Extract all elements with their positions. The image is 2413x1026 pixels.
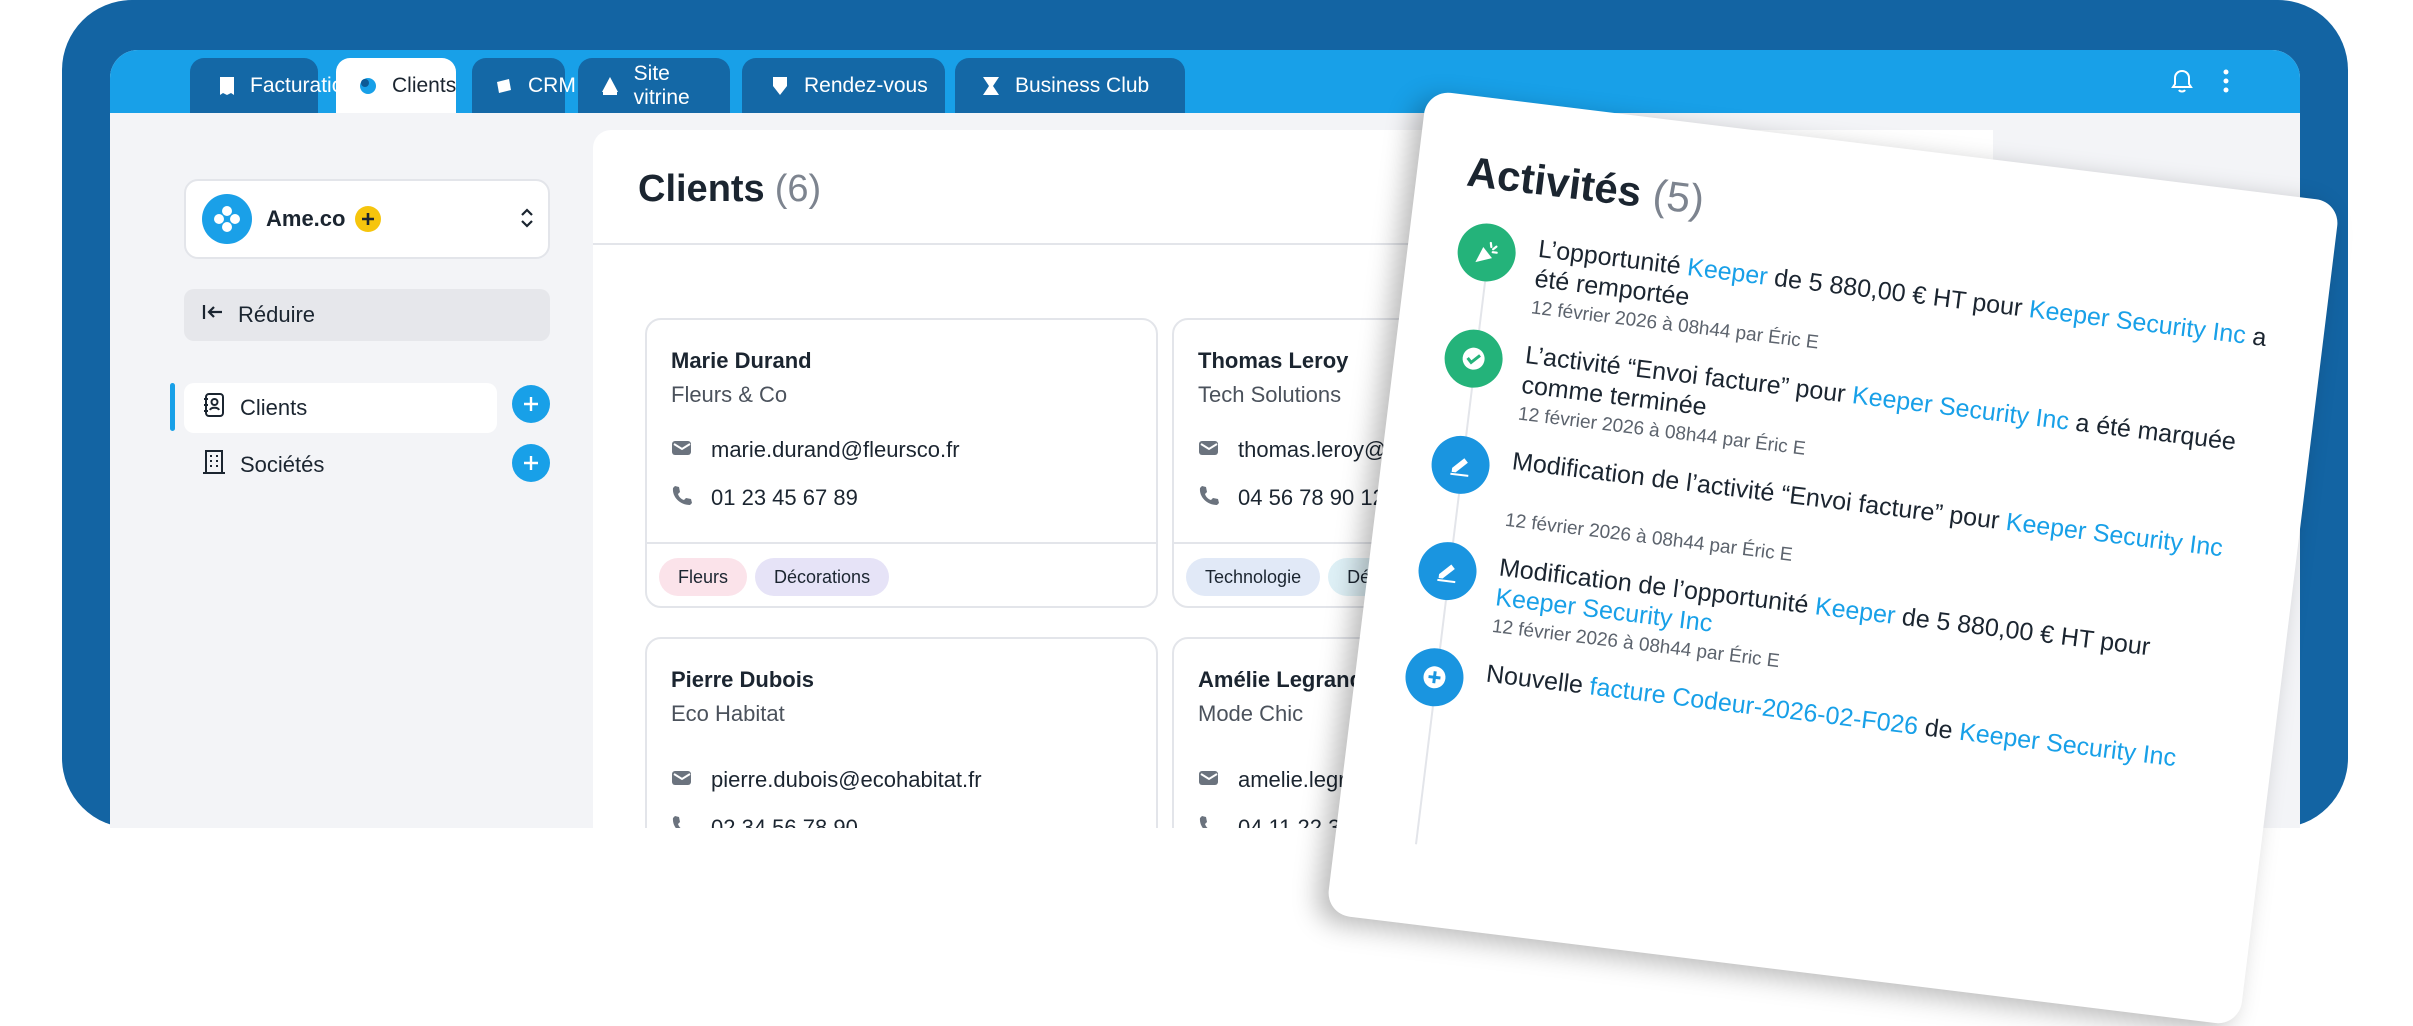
club-icon xyxy=(981,76,1001,96)
phone-icon xyxy=(1198,814,1220,828)
email-icon xyxy=(1198,437,1220,463)
sidebar-item-label: Clients xyxy=(240,395,308,420)
company-logo-icon xyxy=(202,194,252,244)
company-link[interactable]: Keeper Security Inc xyxy=(2027,295,2247,349)
crm-icon xyxy=(494,76,514,96)
phone-icon xyxy=(671,814,693,828)
client-company: Eco Habitat xyxy=(671,701,785,726)
activity-item[interactable]: L’opportunité Keeper de 5 880,00 € HT po… xyxy=(1454,220,2275,354)
tab-rendez-vous[interactable]: Rendez-vous xyxy=(742,58,945,113)
bell-icon[interactable] xyxy=(2170,68,2194,99)
top-tab-bar: Facturation Clients CRM Site vitrine Ren… xyxy=(110,50,2300,113)
clients-icon xyxy=(358,76,378,96)
tab-label: Rendez-vous xyxy=(804,73,928,97)
invoice-icon xyxy=(218,76,236,96)
tab-clients[interactable]: Clients xyxy=(336,58,456,113)
client-email[interactable]: marie.durand@fleursco.fr xyxy=(711,437,960,463)
company-name: Ame.co xyxy=(266,206,346,231)
client-card[interactable]: Marie Durand Fleurs & Co marie.durand@fl… xyxy=(645,318,1158,608)
activity-text-part: de xyxy=(1916,712,1962,746)
activity-text-part: de 5 880,00 € HT pour xyxy=(1893,602,2152,662)
sidebar: Ame.co Réduire Clients Sociétés xyxy=(110,113,590,828)
email-icon xyxy=(671,437,693,463)
chevron-up-down-icon xyxy=(520,207,534,234)
activity-text-part: de 5 880,00 € HT pour xyxy=(1765,262,2031,323)
email-icon xyxy=(671,767,693,793)
site-icon xyxy=(600,76,620,96)
company-link[interactable]: Keeper Security Inc xyxy=(1851,381,2071,435)
card-tags: Fleurs Décorations xyxy=(647,542,1156,606)
clients-count: (6) xyxy=(774,168,822,210)
tab-label: CRM xyxy=(528,73,576,97)
add-societe-button[interactable] xyxy=(512,444,550,482)
sidebar-item-clients[interactable]: Clients xyxy=(184,383,497,433)
client-name: Amélie Legrand xyxy=(1198,667,1364,692)
client-phone[interactable]: 04 56 78 90 12 xyxy=(1238,485,1385,511)
phone-icon xyxy=(1198,484,1220,512)
client-email[interactable]: pierre.dubois@ecohabitat.fr xyxy=(711,767,982,793)
tab-crm[interactable]: CRM xyxy=(472,58,576,113)
client-phone[interactable]: 02 34 56 78 90 xyxy=(711,815,858,828)
company-link[interactable]: Keeper Security Inc xyxy=(1958,718,2178,772)
activity-text-part: Nouvelle xyxy=(1484,659,1592,701)
tag[interactable]: Fleurs xyxy=(659,558,748,596)
collapse-sidebar-button[interactable]: Réduire xyxy=(184,289,550,341)
edit-icon xyxy=(1428,432,1493,498)
address-book-icon xyxy=(202,392,226,424)
tab-facturation[interactable]: Facturation xyxy=(190,58,355,113)
company-link[interactable]: Keeper Security Inc xyxy=(2004,508,2224,562)
page-title: Clients (6) xyxy=(638,168,821,211)
more-menu-icon[interactable] xyxy=(2222,68,2230,99)
celebration-icon xyxy=(1454,220,1519,285)
sidebar-item-label: Sociétés xyxy=(240,452,325,477)
client-name: Pierre Dubois xyxy=(671,667,815,692)
tag[interactable]: Décorations xyxy=(755,558,890,596)
opportunity-link[interactable]: Keeper xyxy=(1814,592,1897,630)
tab-label: Business Club xyxy=(1015,73,1150,97)
tab-label: Clients xyxy=(392,73,457,97)
tab-label: Site vitrine xyxy=(633,61,690,109)
collapse-icon xyxy=(202,302,224,328)
tab-site-vitrine[interactable]: Site vitrine xyxy=(578,58,730,113)
client-company: Tech Solutions xyxy=(1198,382,1342,407)
client-name: Thomas Leroy xyxy=(1198,348,1349,373)
tab-business-club[interactable]: Business Club xyxy=(955,58,1185,113)
plus-circle-icon xyxy=(1402,644,1467,710)
calendar-icon xyxy=(770,76,790,96)
activity-feed-card: Activités (5) L’opportunité Keeper de 5 … xyxy=(1325,90,2341,1026)
collapse-label: Réduire xyxy=(238,302,316,327)
activity-title: Activités (5) xyxy=(1464,147,1707,225)
active-nav-indicator xyxy=(170,383,175,431)
check-circle-icon xyxy=(1441,326,1506,392)
invoice-link[interactable]: facture Codeur-2026-02-F026 xyxy=(1588,672,1920,740)
company-selector[interactable]: Ame.co xyxy=(184,179,550,259)
add-client-button[interactable] xyxy=(512,385,550,423)
activity-title-text: Activités xyxy=(1464,147,1645,216)
edit-icon xyxy=(1415,538,1480,604)
timeline-line xyxy=(1415,228,1493,845)
email-icon xyxy=(1198,767,1220,793)
client-name: Marie Durand xyxy=(671,348,812,373)
client-card[interactable]: Pierre Dubois Eco Habitat pierre.dubois@… xyxy=(645,637,1158,828)
client-phone[interactable]: 01 23 45 67 89 xyxy=(711,485,858,511)
tag[interactable]: Technologie xyxy=(1186,558,1321,596)
sidebar-item-societes[interactable]: Sociétés xyxy=(184,440,497,490)
client-company: Fleurs & Co xyxy=(671,382,788,407)
premium-plus-icon xyxy=(355,206,382,232)
page-title-text: Clients xyxy=(638,168,765,210)
building-icon xyxy=(202,449,226,481)
client-company: Mode Chic xyxy=(1198,701,1304,726)
activity-count: (5) xyxy=(1650,170,1707,224)
opportunity-link[interactable]: Keeper xyxy=(1686,253,1769,291)
phone-icon xyxy=(671,484,693,512)
activity-item[interactable]: Modification de l’opportunité Keeper de … xyxy=(1415,538,2236,672)
